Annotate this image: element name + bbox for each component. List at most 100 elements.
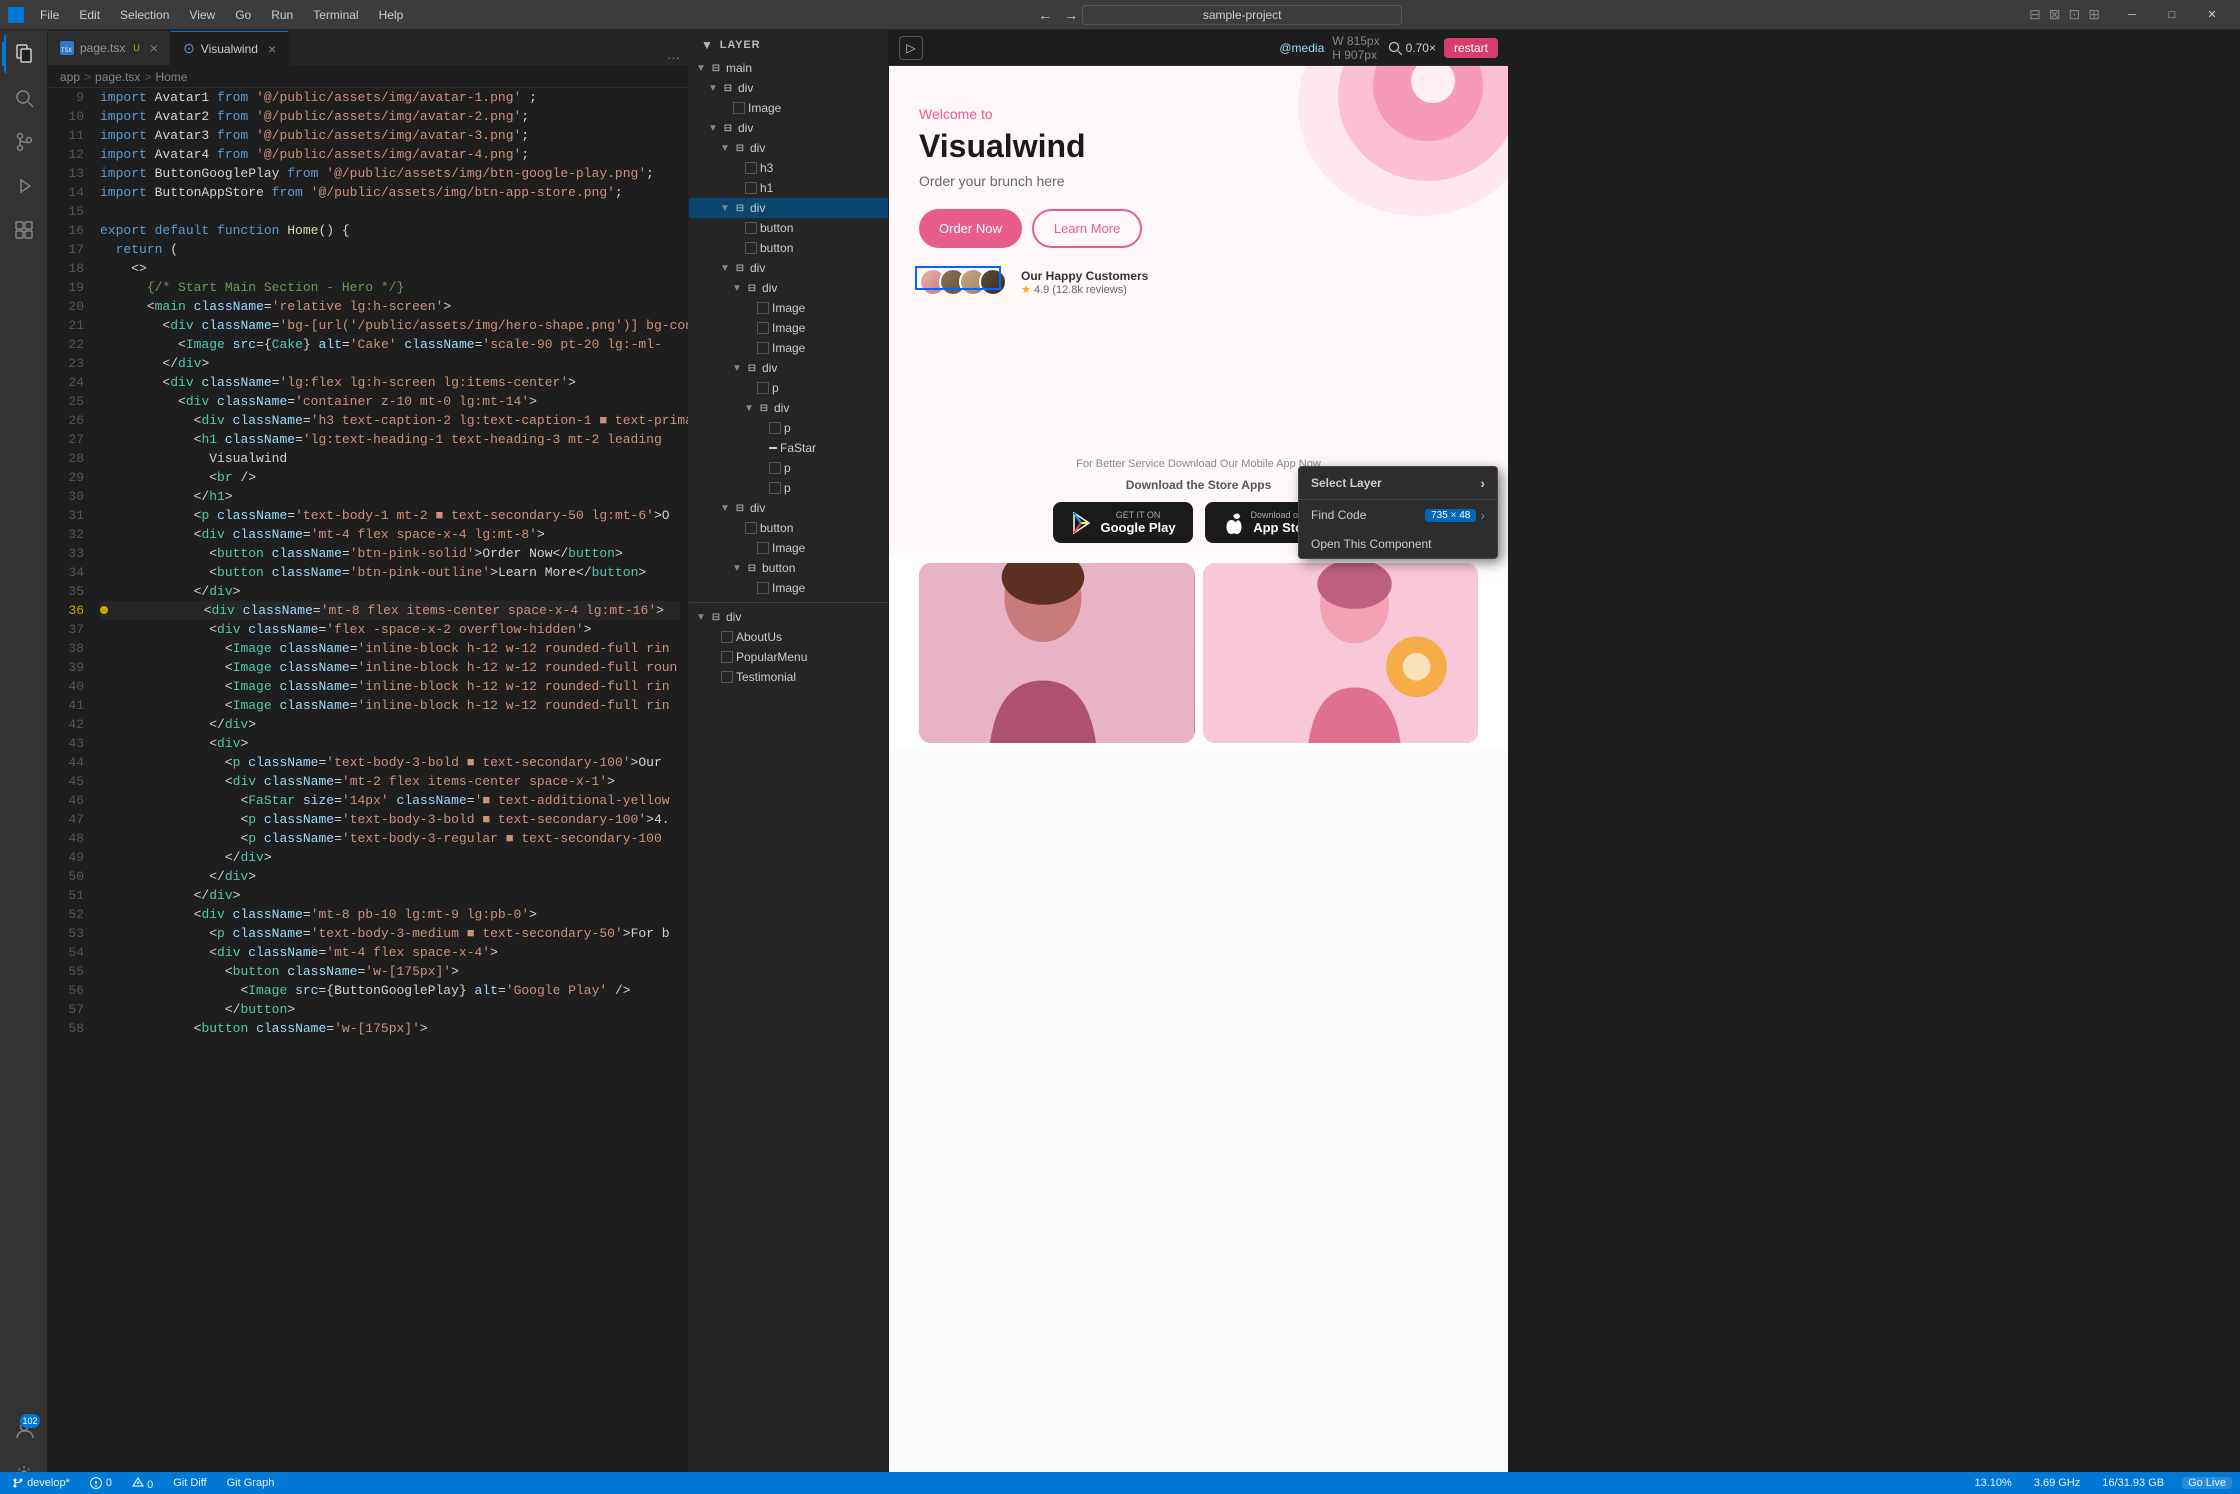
menu-selection[interactable]: Selection [112,6,177,24]
layer-item-div1[interactable]: ⊟ div [689,78,888,98]
layout-icon-3[interactable]: ⊡ [2065,6,2085,23]
layer-toggle-div4[interactable] [717,260,733,276]
layer-item-img6[interactable]: Image [689,578,888,598]
status-git-diff[interactable]: Git Diff [169,1477,210,1489]
menu-terminal[interactable]: Terminal [305,6,366,24]
minimize-button[interactable]: ─ [2112,0,2152,30]
layer-item-img5[interactable]: Image [689,538,888,558]
layer-checkbox-h3[interactable] [745,162,757,174]
layer-checkbox-p3[interactable] [769,462,781,474]
layer-item-p2[interactable]: p [689,418,888,438]
context-menu-open-component[interactable]: Open This Component [1299,530,1497,558]
layer-item-div6[interactable]: ⊟ div [689,358,888,378]
layer-checkbox-testimonial[interactable] [721,671,733,683]
layer-item-div7[interactable]: ⊟ div [689,398,888,418]
layer-toggle-div-bottom[interactable] [693,609,709,625]
layer-item-popularmenu[interactable]: PopularMenu [689,647,888,667]
layer-item-main[interactable]: ⊟ main [689,58,888,78]
accounts-activity-icon[interactable]: 102 [4,1410,44,1450]
tab-page-tsx[interactable]: TSX page.tsx U × [48,31,171,65]
code-editor[interactable]: 9 10 11 12 13 14 15 16 17 18 19 20 21 22… [48,88,688,1494]
layer-toggle-btn4[interactable] [729,560,745,576]
layer-item-btn2[interactable]: button [689,238,888,258]
close-button[interactable]: ✕ [2192,0,2232,30]
layer-item-testimonial[interactable]: Testimonial [689,667,888,687]
layer-toggle-div6[interactable] [729,360,745,376]
status-errors[interactable]: 0 [86,1477,116,1489]
maximize-button[interactable]: □ [2152,0,2192,30]
nav-back-button[interactable]: ← [1034,5,1056,25]
layer-toggle-div2[interactable] [705,120,721,136]
status-git-graph[interactable]: Git Graph [223,1477,279,1489]
layer-item-p3[interactable]: p [689,458,888,478]
search-activity-icon[interactable] [4,78,44,118]
layer-item-p4[interactable]: p [689,478,888,498]
status-cpu[interactable]: 13.10% [1971,1477,2016,1489]
status-memory[interactable]: 3.69 GHz [2030,1477,2084,1489]
layout-icon-4[interactable]: ⊞ [2084,6,2104,23]
restart-button[interactable]: restart [1444,38,1498,58]
layer-toggle-div8[interactable] [717,500,733,516]
layer-item-div4[interactable]: ⊟ div [689,258,888,278]
layer-item-btn1[interactable]: button [689,218,888,238]
layer-item-div-bottom[interactable]: ⊟ div [689,607,888,627]
layer-toggle-main[interactable] [693,60,709,76]
layer-item-img2[interactable]: Image [689,298,888,318]
menu-file[interactable]: File [32,6,67,24]
learn-more-button[interactable]: Learn More [1032,209,1142,248]
layer-checkbox-p1[interactable] [757,382,769,394]
layer-checkbox-btn3[interactable] [745,522,757,534]
layer-checkbox-image1[interactable] [733,102,745,114]
menu-go[interactable]: Go [227,6,259,24]
layer-item-div5[interactable]: ⊟ div [689,278,888,298]
layer-item-div-selected[interactable]: ⊟ div [689,198,888,218]
layout-icon-1[interactable]: ⊟ [2025,6,2045,23]
layer-checkbox-btn2[interactable] [745,242,757,254]
layer-item-h1[interactable]: h1 [689,178,888,198]
tab-visualwind[interactable]: ⊙ Visualwind × [171,31,289,65]
code-content[interactable]: import Avatar1 from '@/public/assets/img… [92,88,688,1494]
layer-checkbox-img4[interactable] [757,342,769,354]
layer-checkbox-img6[interactable] [757,582,769,594]
git-branch[interactable]: develop* [8,1477,74,1489]
git-activity-icon[interactable] [4,122,44,162]
nav-forward-button[interactable]: → [1060,5,1082,25]
layer-toggle-div7[interactable] [741,400,757,416]
more-actions-icon[interactable]: ··· [667,50,680,65]
extensions-activity-icon[interactable] [4,210,44,250]
layer-checkbox-aboutus[interactable] [721,631,733,643]
layer-checkbox-popularmenu[interactable] [721,651,733,663]
layer-item-img3[interactable]: Image [689,318,888,338]
layer-checkbox-img3[interactable] [757,322,769,334]
go-live-button[interactable]: Go Live [2182,1477,2232,1489]
menu-view[interactable]: View [181,6,223,24]
zoom-control[interactable]: 0.70× [1388,41,1436,55]
status-line-col[interactable]: 16/31.93 GB [2098,1477,2168,1489]
menu-edit[interactable]: Edit [71,6,108,24]
layer-collapse-icon[interactable]: ▼ [701,38,714,52]
layer-item-img4[interactable]: Image [689,338,888,358]
explorer-activity-icon[interactable] [4,34,44,74]
visualwind-preview[interactable]: Welcome to Visualwind Order your brunch … [889,66,1508,1494]
menu-help[interactable]: Help [371,6,412,24]
layer-checkbox-h1[interactable] [745,182,757,194]
context-menu-find-code[interactable]: Find Code 735 × 48 › [1299,500,1497,530]
status-warnings[interactable]: 0 [128,1476,157,1491]
google-play-button[interactable]: GET IT ON Google Play [1053,502,1193,543]
order-now-button[interactable]: Order Now [919,209,1022,248]
breadcrumb-app[interactable]: app [60,70,80,84]
layer-item-aboutus[interactable]: AboutUs [689,627,888,647]
layer-checkbox-p2[interactable] [769,422,781,434]
layer-item-div2[interactable]: ⊟ div [689,118,888,138]
breadcrumb-home[interactable]: Home [155,70,187,84]
layout-icon-2[interactable]: ⊠ [2045,6,2065,23]
context-menu-expand-icon[interactable]: › [1480,475,1485,491]
layer-checkbox-p4[interactable] [769,482,781,494]
layer-toggle-div1[interactable] [705,80,721,96]
layer-checkbox-img5[interactable] [757,542,769,554]
breadcrumb-file[interactable]: page.tsx [95,70,140,84]
preview-play-button[interactable]: ▷ [899,36,923,60]
layer-toggle-div-selected[interactable] [717,200,733,216]
tab-visualwind-close[interactable]: × [268,41,276,57]
layer-item-div3[interactable]: ⊟ div [689,138,888,158]
